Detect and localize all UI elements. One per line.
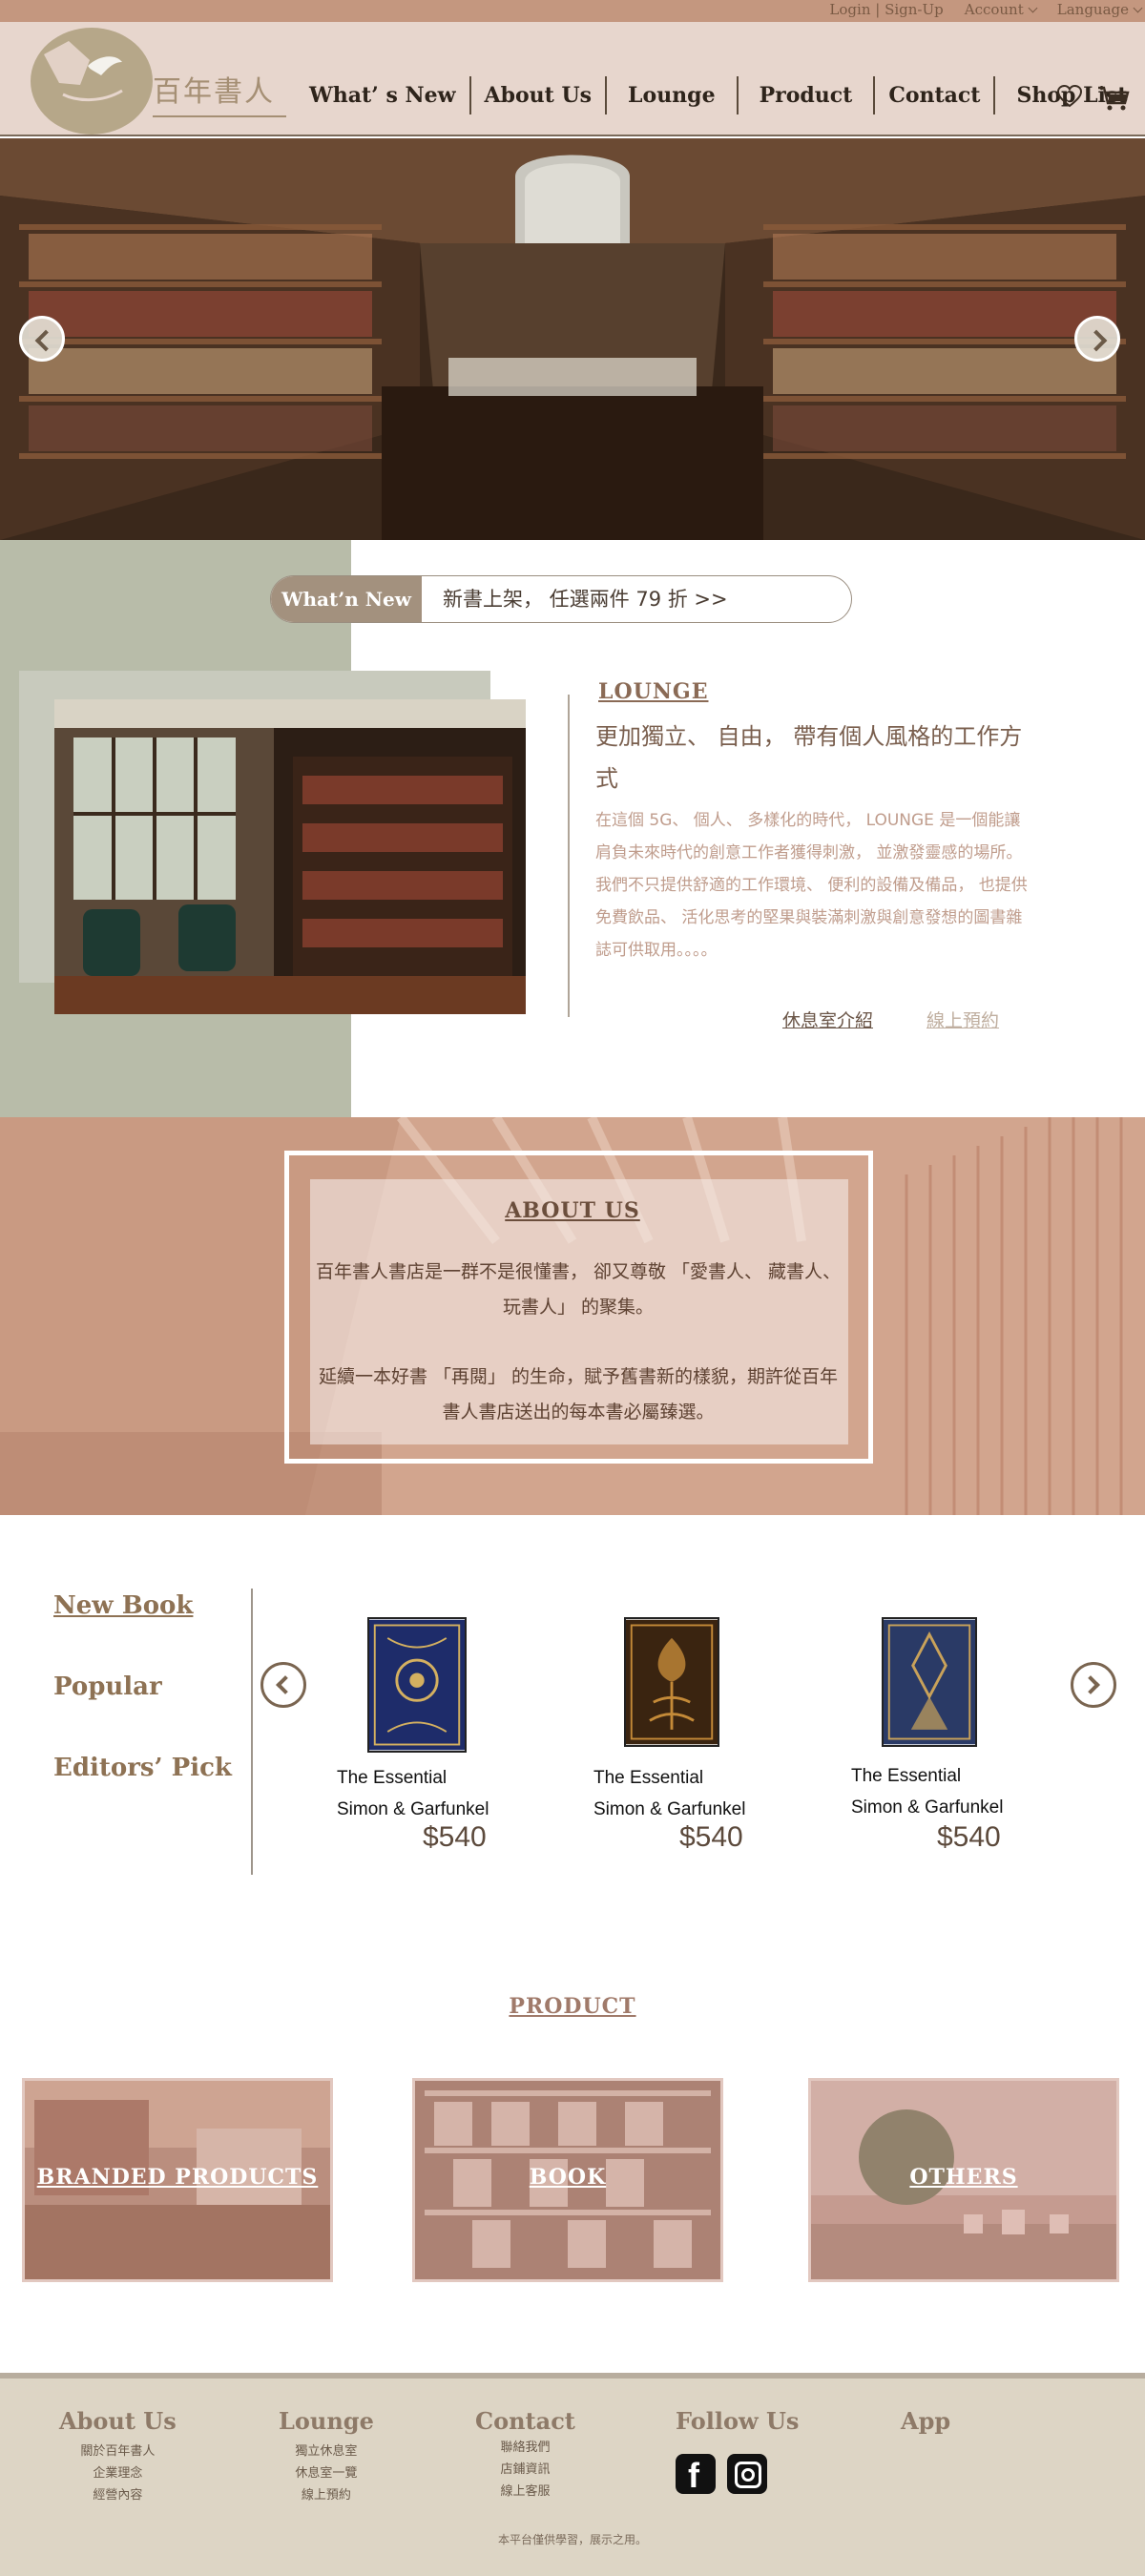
about-section: ABOUT US 百年書人書店是一群不是很懂書， 卻又尊敬 「愛書人、 藏書人、… bbox=[0, 1117, 1145, 1515]
nav-whats-new[interactable]: What’ s New bbox=[296, 76, 469, 114]
books-next-button[interactable] bbox=[1071, 1662, 1116, 1708]
lounge-booking-link[interactable]: 線上預約 bbox=[926, 1007, 999, 1032]
site-header: 百年書人 What’ s New About Us Lounge Product… bbox=[0, 22, 1145, 136]
footer-col-lounge: Lounge 獨立休息室 休息室一覽 線上預約 bbox=[279, 2407, 374, 2506]
hero-prev-button[interactable] bbox=[19, 316, 65, 362]
lounge-paragraph-1: 在這個 5G、 個人、 多樣化的時代， LOUNGE 是一個能讓肩負未來時代的創… bbox=[595, 811, 1023, 862]
instagram-icon[interactable] bbox=[727, 2454, 767, 2494]
book-price: $540 bbox=[423, 1821, 487, 1853]
book-title: The Essential Simon & Garfunkel bbox=[337, 1762, 489, 1825]
language-menu[interactable]: Language bbox=[1056, 1, 1143, 18]
footer-col-contact: Contact 聯絡我們 店鋪資訊 線上客服 bbox=[475, 2407, 575, 2503]
footer-col-about: About Us 關於百年書人 企業理念 經營內容 bbox=[59, 2407, 177, 2506]
product-card-branded[interactable]: BRANDED PRODUCTS bbox=[22, 2078, 333, 2282]
book-title: The Essential Simon & Garfunkel bbox=[593, 1762, 745, 1825]
about-paragraph-1: 百年書人書店是一群不是很懂書， 卻又尊敬 「愛書人、 藏書人、 玩書人」 的聚集… bbox=[315, 1261, 842, 1318]
hero-library-image bbox=[0, 138, 1145, 540]
chevron-down-icon bbox=[1133, 3, 1143, 13]
account-menu[interactable]: Account bbox=[964, 1, 1038, 18]
footer-links: 獨立休息室 休息室一覽 線上預約 bbox=[279, 2441, 374, 2506]
book-title-line-1: The Essential bbox=[593, 1768, 704, 1788]
heart-icon[interactable] bbox=[1057, 85, 1082, 108]
header-icons bbox=[1057, 85, 1130, 112]
product-label[interactable]: OTHERS bbox=[811, 2165, 1116, 2190]
logo-emblem bbox=[31, 28, 153, 135]
account-label: Account bbox=[964, 1, 1024, 18]
cart-icon[interactable] bbox=[1097, 85, 1130, 112]
footer-links: 關於百年書人 企業理念 經營內容 bbox=[59, 2441, 177, 2506]
chevron-down-icon bbox=[1028, 3, 1038, 13]
footer-note: 本平台僅供學習，展示之用。 bbox=[497, 2533, 647, 2546]
footer-heading[interactable]: App bbox=[901, 2407, 950, 2435]
whats-new-tag: What’n New bbox=[271, 576, 422, 622]
login-signup: Login | Sign-Up bbox=[829, 1, 944, 18]
footer-link[interactable]: 店鋪資訊 bbox=[475, 2459, 575, 2481]
login-link[interactable]: Login bbox=[829, 1, 870, 18]
footer-link[interactable]: 獨立休息室 bbox=[279, 2441, 374, 2462]
tab-popular[interactable]: Popular bbox=[53, 1672, 162, 1701]
lounge-photo bbox=[54, 699, 526, 1014]
footer-link[interactable]: 聯絡我們 bbox=[475, 2437, 575, 2459]
book-price: $540 bbox=[679, 1821, 743, 1853]
facebook-icon[interactable] bbox=[676, 2454, 716, 2496]
books-divider bbox=[251, 1589, 253, 1875]
nav-about-us[interactable]: About Us bbox=[468, 76, 606, 114]
lounge-paragraph-2: 我們不只提供舒適的工作環境、 便利的設備及備品， 也提供免費飲品、 活化思考的堅… bbox=[595, 876, 1028, 960]
lounge-links: 休息室介紹 線上預約 bbox=[782, 1007, 999, 1032]
tab-new-book[interactable]: New Book bbox=[53, 1591, 193, 1620]
lounge-divider bbox=[568, 695, 570, 1017]
signup-link[interactable]: Sign-Up bbox=[885, 1, 944, 18]
footer-link[interactable]: 企業理念 bbox=[59, 2462, 177, 2484]
brand-name: 百年書人 bbox=[153, 75, 275, 109]
books-prev-button[interactable] bbox=[260, 1662, 306, 1708]
product-card-others[interactable]: OTHERS bbox=[808, 2078, 1119, 2282]
main-nav: What’ s New About Us Lounge Product Cont… bbox=[296, 76, 1145, 114]
lounge-intro-link[interactable]: 休息室介紹 bbox=[782, 1007, 873, 1032]
product-label[interactable]: BRANDED PRODUCTS bbox=[25, 2165, 330, 2190]
logo[interactable]: 百年書人 bbox=[31, 28, 288, 135]
lounge-heading[interactable]: LOUNGE bbox=[598, 679, 708, 704]
book-price: $540 bbox=[937, 1821, 1001, 1853]
footer-heading[interactable]: Contact bbox=[475, 2407, 575, 2435]
whats-new-bar[interactable]: What’n New 新書上架， 任選兩件 79 折 >> bbox=[270, 575, 852, 623]
footer-heading[interactable]: Lounge bbox=[279, 2407, 374, 2435]
book-cover[interactable] bbox=[882, 1617, 977, 1747]
book-title-line-1: The Essential bbox=[851, 1766, 962, 1786]
footer-link[interactable]: 經營內容 bbox=[59, 2484, 177, 2506]
book-title: The Essential Simon & Garfunkel bbox=[851, 1760, 1003, 1823]
hero-carousel bbox=[0, 138, 1145, 540]
product-title: PRODUCT bbox=[509, 1994, 636, 2019]
footer-links: 聯絡我們 店鋪資訊 線上客服 bbox=[475, 2437, 575, 2503]
language-label: Language bbox=[1056, 1, 1129, 18]
utility-bar: Login | Sign-Up Account Language bbox=[0, 0, 1145, 22]
nav-contact[interactable]: Contact bbox=[873, 76, 993, 114]
footer-col-follow: Follow Us bbox=[676, 2407, 800, 2496]
nav-product[interactable]: Product bbox=[736, 76, 874, 114]
book-cover[interactable] bbox=[624, 1617, 719, 1747]
footer-link[interactable]: 關於百年書人 bbox=[59, 2441, 177, 2462]
lounge-title: 更加獨立、 自由， 帶有個人風格的工作方式 bbox=[595, 723, 1023, 792]
logo-underline bbox=[153, 115, 286, 117]
site-footer: About Us 關於百年書人 企業理念 經營內容 Lounge 獨立休息室 休… bbox=[0, 2373, 1145, 2576]
footer-link[interactable]: 線上客服 bbox=[475, 2481, 575, 2503]
footer-heading: Follow Us bbox=[676, 2407, 800, 2435]
about-title: ABOUT US bbox=[505, 1198, 640, 1223]
nav-lounge[interactable]: Lounge bbox=[605, 76, 737, 114]
product-card-book[interactable]: BOOK bbox=[412, 2078, 723, 2282]
book-cover[interactable] bbox=[367, 1617, 467, 1753]
product-label[interactable]: BOOK bbox=[415, 2165, 720, 2190]
hero-next-button[interactable] bbox=[1074, 316, 1120, 362]
utility-links: Login | Sign-Up Account Language bbox=[829, 1, 1143, 18]
footer-heading[interactable]: About Us bbox=[59, 2407, 177, 2435]
footer-link[interactable]: 休息室一覽 bbox=[279, 2462, 374, 2484]
book-title-line-1: The Essential bbox=[337, 1768, 448, 1788]
whats-new-text[interactable]: 新書上架， 任選兩件 79 折 >> bbox=[443, 576, 728, 622]
footer-col-app: App bbox=[901, 2407, 950, 2435]
lounge-body: 在這個 5G、 個人、 多樣化的時代， LOUNGE 是一個能讓肩負未來時代的創… bbox=[595, 804, 1030, 966]
tab-editors-pick[interactable]: Editors’ Pick bbox=[53, 1754, 232, 1782]
book-title-line-2: Simon & Garfunkel bbox=[851, 1797, 1004, 1818]
social-icons bbox=[676, 2454, 799, 2496]
footer-link[interactable]: 線上預約 bbox=[279, 2484, 374, 2506]
about-paragraph-2: 延續一本好書 「再閱」 的生命，賦予舊書新的樣貌，期許從百年書人書店送出的每本書… bbox=[318, 1366, 839, 1423]
